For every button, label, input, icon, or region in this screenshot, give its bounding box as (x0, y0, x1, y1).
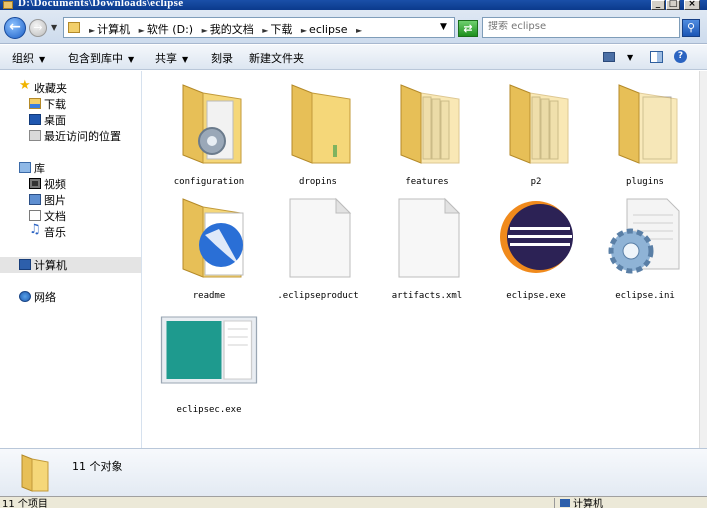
breadcrumb-item[interactable]: 软件 (D:) (147, 23, 193, 36)
organize-button[interactable]: 组织 ▼ (12, 50, 45, 66)
file-name: eclipse.exe (506, 291, 566, 301)
title-bar[interactable]: D:\Documents\Downloads\eclipse _ □ × (0, 0, 707, 10)
recent-places-icon (29, 130, 41, 141)
file-name: artifacts.xml (391, 291, 463, 301)
star-icon: ★ (19, 78, 31, 93)
status-location: 计算机 (560, 495, 603, 508)
file-name: readme (192, 291, 226, 301)
breadcrumb-item[interactable]: 计算机 (97, 23, 130, 36)
help-icon[interactable]: ? (674, 50, 687, 63)
view-dropdown-chevron-icon[interactable]: ▼ (627, 53, 633, 62)
include-in-library-button[interactable]: 包含到库中 ▼ (68, 50, 134, 66)
file-name: plugins (626, 177, 664, 187)
new-folder-button[interactable]: 新建文件夹 (249, 50, 304, 66)
video-icon (29, 178, 41, 189)
file-name: configuration (173, 177, 245, 187)
folder-icon (291, 84, 351, 164)
file-item[interactable]: eclipse.exe (481, 188, 591, 301)
application-window-icon (160, 316, 258, 384)
blank-file-icon (398, 197, 461, 278)
file-item[interactable]: eclipsec.exe (154, 302, 264, 415)
folder-document-icon (182, 198, 244, 278)
preview-pane-icon[interactable] (650, 51, 663, 63)
folder-page-icon (618, 84, 678, 164)
command-bar: 组织 ▼ 包含到库中 ▼ 共享 ▼ 刻录 新建文件夹 ▼ ? (0, 45, 707, 70)
file-item[interactable]: features (372, 74, 482, 187)
file-name: .eclipseproduct (277, 291, 359, 301)
file-list: configuration dropins features p2 plugin… (143, 71, 699, 448)
file-name: eclipsec.exe (176, 405, 242, 415)
downloads-folder-icon (29, 98, 41, 109)
file-item[interactable]: readme (154, 188, 264, 301)
navigation-pane: ★ 收藏夹 下载 桌面 最近访问的位置 库 视频 图片 文档 ♫ 音乐 计算机 … (0, 71, 142, 448)
settings-file-icon (608, 198, 680, 274)
maximize-button[interactable]: □ (666, 0, 680, 10)
folder-icon (68, 22, 80, 33)
back-button[interactable]: ← (4, 17, 26, 39)
address-dropdown[interactable]: ▼ (440, 22, 447, 32)
details-pane: 11 个对象 (0, 448, 707, 496)
file-item[interactable]: artifacts.xml (372, 188, 482, 301)
file-item[interactable]: plugins (590, 74, 700, 187)
eclipse-logo-icon (500, 201, 573, 273)
folder-files-icon (509, 84, 569, 164)
computer-icon (560, 499, 570, 507)
window-title: D:\Documents\Downloads\eclipse (18, 0, 184, 9)
blank-file-icon (289, 197, 352, 278)
folder-gear-icon (182, 84, 242, 164)
search-icon[interactable]: ⚲ (682, 19, 700, 37)
search-input[interactable] (488, 21, 668, 32)
minimize-button[interactable]: _ (651, 0, 665, 10)
document-icon (29, 210, 41, 221)
breadcrumb-item[interactable]: 下载 (270, 23, 292, 36)
close-button[interactable]: × (684, 0, 700, 10)
file-item[interactable]: eclipse.ini (590, 188, 700, 301)
search-box[interactable] (482, 17, 680, 38)
breadcrumb-item[interactable]: 我的文档 (210, 23, 254, 36)
folder-icon (3, 1, 13, 9)
desktop-icon (29, 114, 41, 125)
address-field[interactable]: ► 计算机 ► 软件 (D:) ► 我的文档 ► 下载 ► eclipse ► ▼ (63, 17, 455, 38)
file-name: eclipse.ini (615, 291, 675, 301)
burn-button[interactable]: 刻录 (211, 50, 233, 66)
file-name: dropins (299, 177, 337, 187)
network-icon (19, 291, 31, 302)
share-button[interactable]: 共享 ▼ (155, 50, 188, 66)
folder-icon (21, 454, 49, 492)
computer-icon (19, 259, 31, 270)
file-name: features (405, 177, 449, 187)
view-options-icon[interactable] (603, 52, 615, 62)
file-item[interactable]: dropins (263, 74, 373, 187)
item-count: 11 个对象 (72, 460, 123, 473)
file-item[interactable]: .eclipseproduct (263, 188, 373, 301)
file-name: p2 (530, 177, 542, 187)
refresh-button[interactable]: ⇄ (458, 20, 478, 37)
pictures-icon (29, 194, 41, 205)
breadcrumb-item[interactable]: eclipse (309, 23, 347, 36)
file-item[interactable]: p2 (481, 74, 591, 187)
address-bar-row: ← → ▼ ► 计算机 ► 软件 (D:) ► 我的文档 ► 下载 ► eclipse ►… (0, 10, 707, 44)
file-item[interactable]: configuration (154, 74, 264, 187)
status-item-count: 11 个项目 (2, 499, 48, 508)
forward-button[interactable]: → (29, 19, 47, 37)
library-icon (19, 162, 31, 173)
vertical-scrollbar[interactable] (699, 71, 707, 448)
status-bar: 11 个项目 计算机 (0, 496, 707, 508)
recent-pages-dropdown[interactable]: ▼ (51, 23, 57, 32)
folder-files-icon (400, 84, 460, 164)
status-divider (554, 498, 555, 508)
music-note-icon: ♫ (29, 222, 41, 237)
breadcrumb: ► 计算机 ► 软件 (D:) ► 我的文档 ► 下载 ► eclipse ► (89, 23, 363, 36)
